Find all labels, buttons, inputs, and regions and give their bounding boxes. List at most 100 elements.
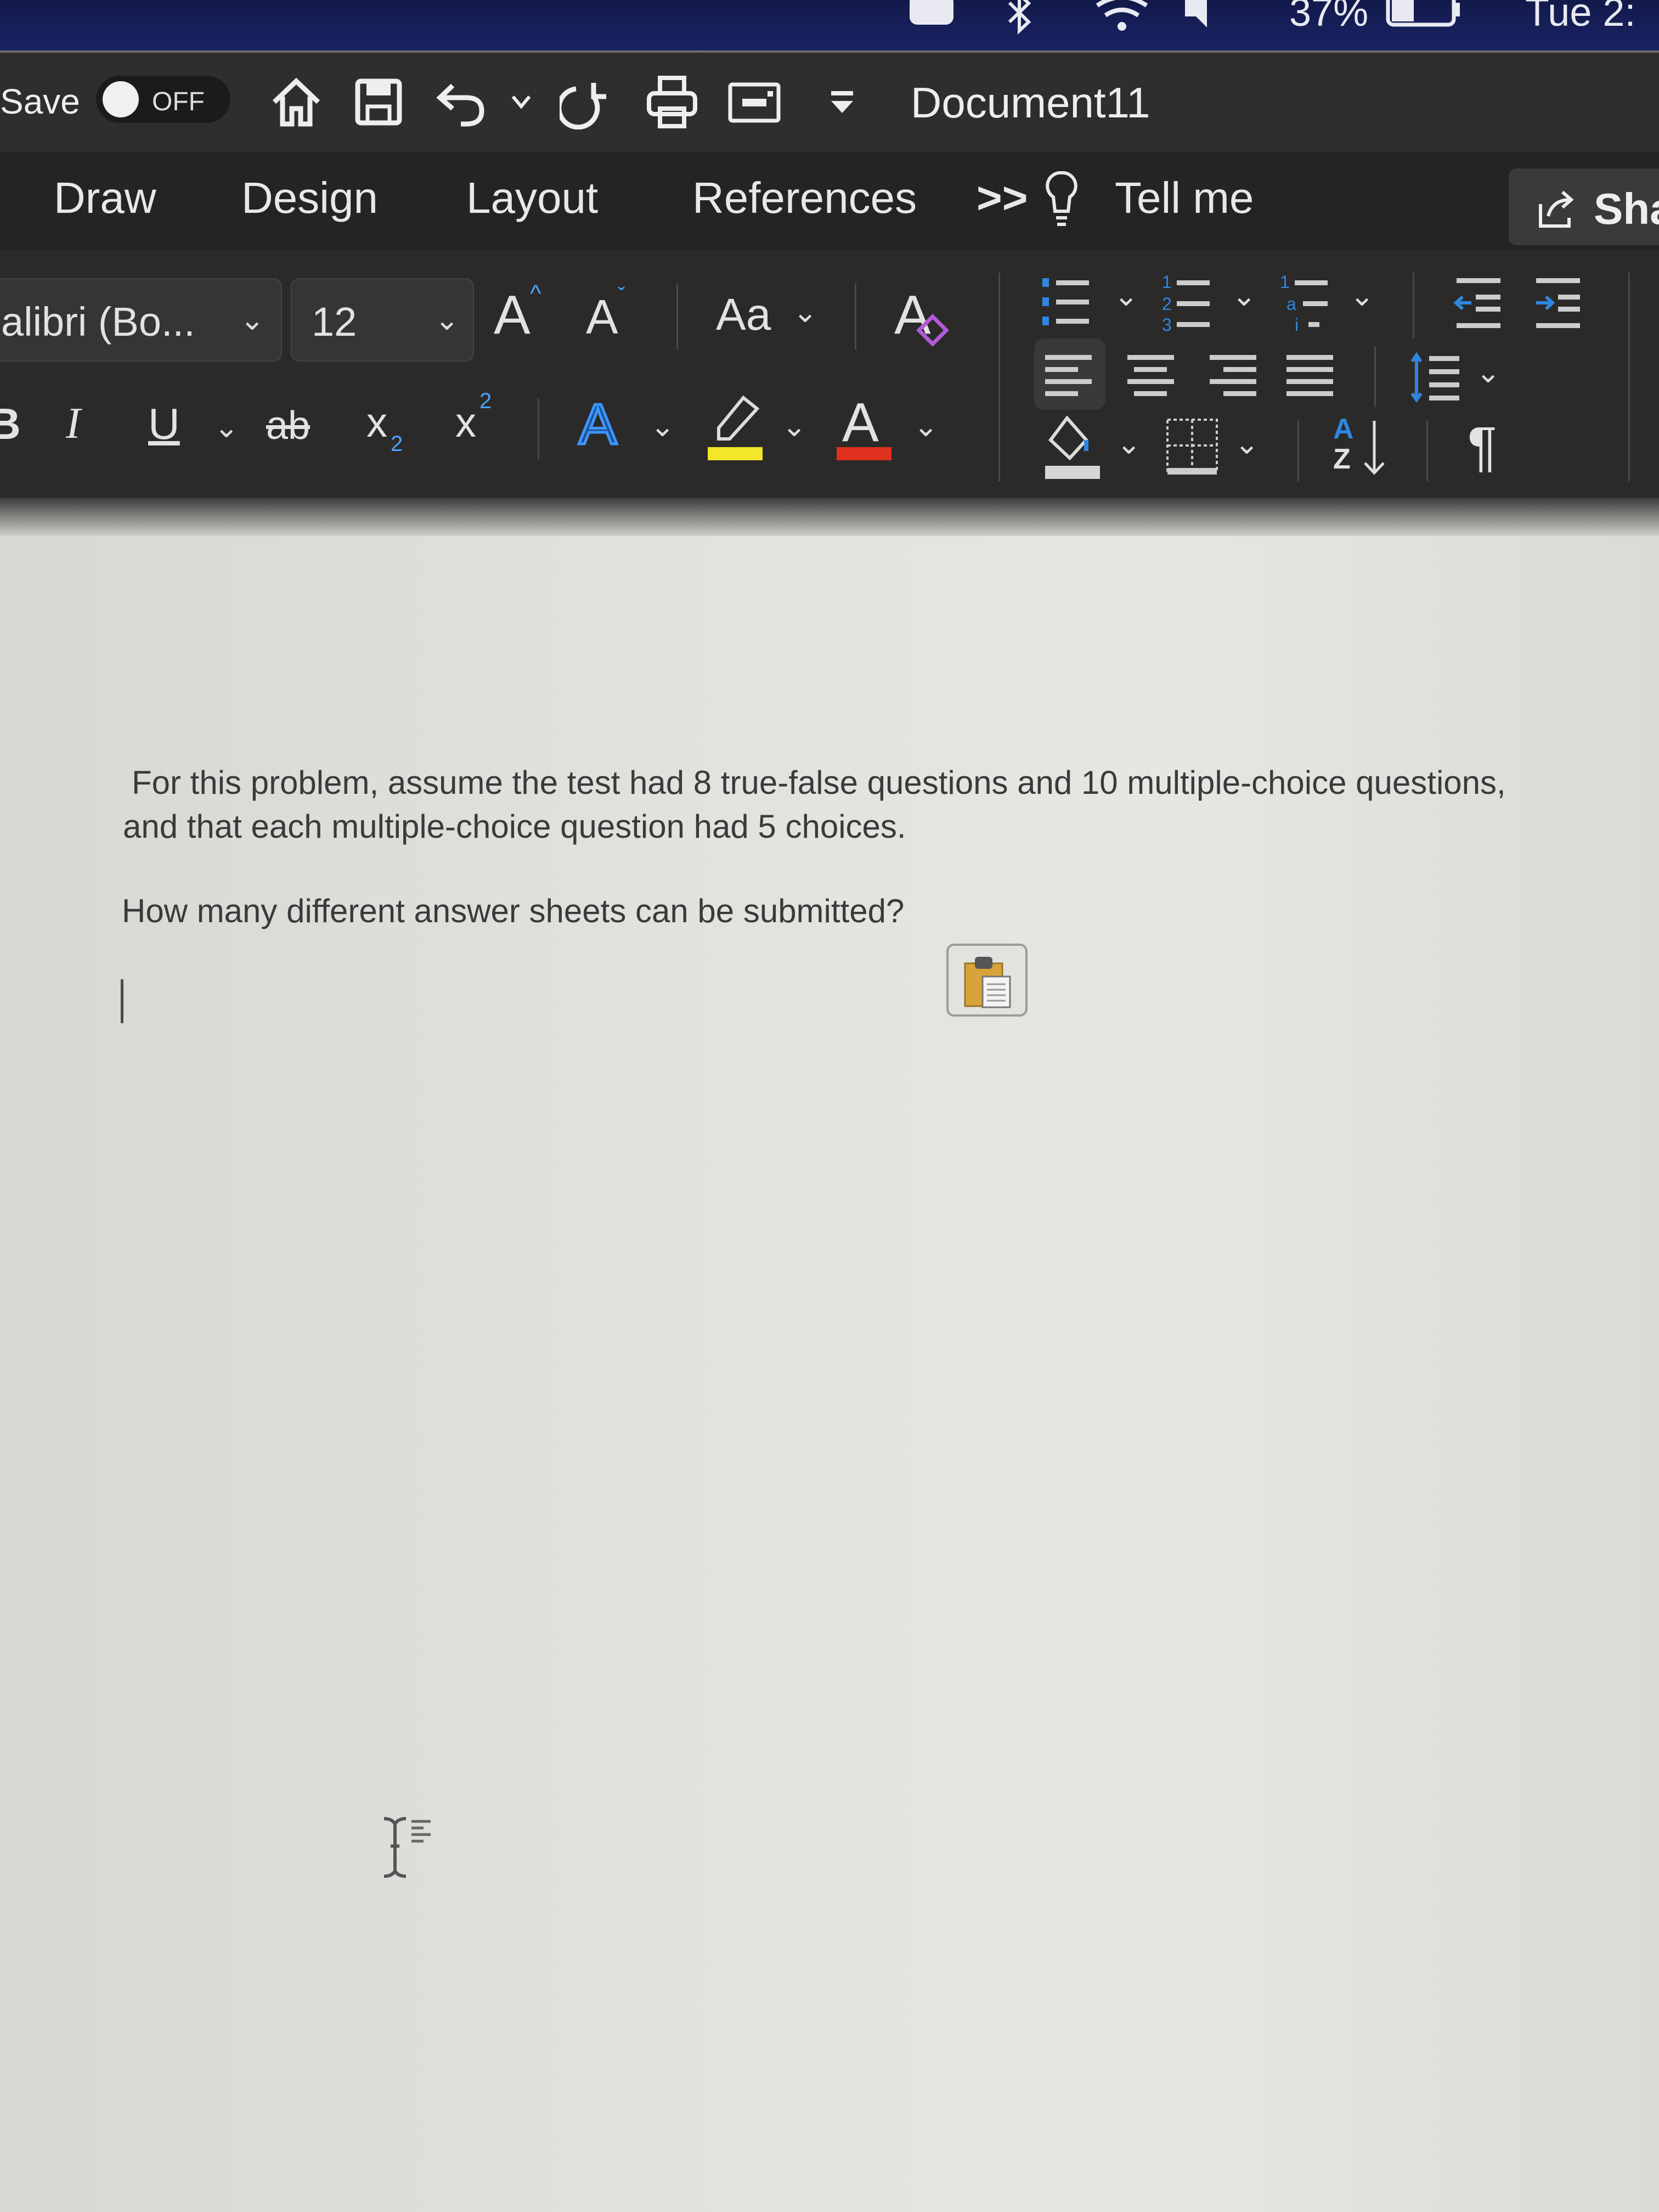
- tab-draw[interactable]: Draw: [54, 173, 156, 223]
- battery-icon[interactable]: [1385, 0, 1462, 33]
- title-bar: Save OFF Document11: [0, 50, 1659, 154]
- divider: [998, 273, 1000, 481]
- borders-icon[interactable]: [1163, 415, 1223, 481]
- grow-font-glyph: A: [494, 284, 531, 346]
- redo-icon[interactable]: [560, 75, 614, 129]
- font-color-glyph: A: [842, 392, 879, 453]
- chevron-down-icon: ⌄: [913, 410, 939, 443]
- chevron-down-icon[interactable]: ⌄: [214, 410, 239, 444]
- divider: [855, 284, 856, 349]
- chevron-down-icon: ⌄: [782, 410, 807, 443]
- align-center-icon[interactable]: [1127, 352, 1177, 399]
- toggle-knob: [103, 81, 139, 117]
- chevron-down-icon[interactable]: ⌄: [1114, 278, 1138, 313]
- paste-options-button[interactable]: [946, 944, 1028, 1017]
- chevron-down-icon[interactable]: ⌄: [1476, 355, 1500, 390]
- chevron-down-icon: ⌄: [793, 296, 818, 329]
- ribbon-tab-bar: Draw Design Layout References >> Tell me…: [0, 152, 1659, 251]
- print-icon[interactable]: [645, 75, 699, 129]
- font-size-dropdown[interactable]: 12 ⌄: [291, 278, 474, 362]
- align-left-button[interactable]: [1034, 338, 1105, 410]
- home-icon[interactable]: [269, 75, 324, 129]
- multilevel-list-icon[interactable]: 1ai: [1278, 267, 1333, 338]
- tab-references[interactable]: References: [692, 173, 917, 223]
- sort-a-glyph: A: [1333, 413, 1354, 445]
- bold-button[interactable]: B: [0, 399, 21, 449]
- problem-text-line-2: and that each multiple-choice question h…: [123, 808, 906, 845]
- text-cursor: [121, 979, 123, 1023]
- change-case-button[interactable]: Aa ⌄: [716, 289, 826, 349]
- divider: [538, 399, 539, 459]
- show-formatting-marks-button[interactable]: ¶: [1468, 415, 1497, 478]
- tab-design[interactable]: Design: [241, 173, 378, 223]
- numbering-icon[interactable]: 123: [1160, 267, 1215, 338]
- decrease-indent-icon[interactable]: [1448, 273, 1503, 333]
- font-name-value: alibri (Bo...: [1, 299, 195, 345]
- divider: [1628, 273, 1630, 481]
- clear-formatting-button[interactable]: A: [894, 284, 960, 355]
- subscript-mark: 2: [391, 432, 403, 456]
- change-case-glyph: Aa: [716, 290, 771, 340]
- chevron-down-icon[interactable]: ⌄: [1116, 426, 1141, 461]
- battery-percent: 37%: [1289, 0, 1369, 35]
- svg-text:a: a: [1286, 294, 1296, 314]
- underline-button[interactable]: U: [148, 399, 180, 449]
- line-spacing-icon[interactable]: [1410, 349, 1465, 404]
- bluetooth-icon[interactable]: [1004, 0, 1037, 38]
- chevron-down-icon[interactable]: ⌄: [1350, 278, 1374, 313]
- tell-me-search[interactable]: Tell me: [1115, 173, 1254, 223]
- caret-down-icon: ˇ: [618, 284, 625, 308]
- chevron-down-icon[interactable]: ⌄: [1232, 278, 1256, 313]
- more-icon[interactable]: [823, 75, 861, 129]
- shrink-font-button[interactable]: A ˇ: [586, 284, 641, 349]
- strikethrough-button[interactable]: ab: [266, 403, 310, 448]
- subscript-button[interactable]: x 2: [366, 399, 416, 465]
- tabs-overflow-button[interactable]: >>: [977, 173, 1028, 223]
- italic-button[interactable]: I: [66, 399, 81, 449]
- customize-icon[interactable]: [727, 75, 782, 129]
- shrink-font-glyph: A: [586, 290, 618, 344]
- autosave-label: Save: [0, 82, 80, 121]
- volume-icon[interactable]: [1180, 0, 1212, 33]
- grow-font-button[interactable]: A ^: [494, 280, 549, 349]
- undo-icon[interactable]: [433, 75, 488, 129]
- document-title: Document11: [911, 78, 1150, 127]
- font-color-swatch: [837, 447, 891, 460]
- bullets-icon[interactable]: [1040, 267, 1094, 333]
- share-button[interactable]: Sha: [1509, 168, 1659, 245]
- share-icon: [1539, 190, 1574, 228]
- eraser-icon: [916, 314, 949, 347]
- font-color-button[interactable]: A ⌄: [837, 392, 946, 469]
- autosave-state: OFF: [152, 87, 205, 116]
- tab-layout[interactable]: Layout: [466, 173, 598, 223]
- subscript-glyph: x: [366, 399, 387, 446]
- svg-text:i: i: [1295, 315, 1299, 335]
- arrow-down-icon: [1364, 421, 1385, 475]
- justify-icon[interactable]: [1286, 352, 1336, 399]
- superscript-glyph: x: [455, 399, 476, 446]
- sort-z-glyph: Z: [1333, 443, 1351, 475]
- chevron-down-icon[interactable]: ⌄: [1234, 426, 1259, 461]
- chevron-down-icon: ⌄: [650, 410, 675, 443]
- text-effects-button[interactable]: A ⌄: [577, 392, 678, 464]
- align-left-icon: [1045, 355, 1092, 396]
- increase-indent-icon[interactable]: [1531, 273, 1585, 333]
- screen-mirror-icon[interactable]: [905, 0, 960, 33]
- font-name-dropdown[interactable]: alibri (Bo... ⌄: [0, 278, 282, 362]
- superscript-button[interactable]: x 2: [455, 389, 505, 465]
- autosave-toggle[interactable]: OFF: [96, 76, 230, 123]
- ibeam-mouse-cursor: [383, 1817, 431, 1878]
- text-effects-glyph: A: [577, 392, 618, 458]
- menu-bar-clock[interactable]: Tue 2:: [1525, 0, 1635, 35]
- save-icon[interactable]: [351, 75, 406, 129]
- wifi-icon[interactable]: [1092, 0, 1152, 36]
- divider: [1374, 347, 1376, 407]
- divider: [1297, 421, 1299, 481]
- shading-icon[interactable]: [1042, 415, 1103, 481]
- sort-button[interactable]: A Z: [1330, 413, 1396, 484]
- divider: [676, 284, 678, 349]
- highlight-color-button[interactable]: ⌄: [705, 392, 815, 469]
- align-right-icon[interactable]: [1210, 352, 1259, 399]
- svg-text:2: 2: [1162, 294, 1172, 314]
- undo-dropdown-icon[interactable]: [507, 75, 535, 129]
